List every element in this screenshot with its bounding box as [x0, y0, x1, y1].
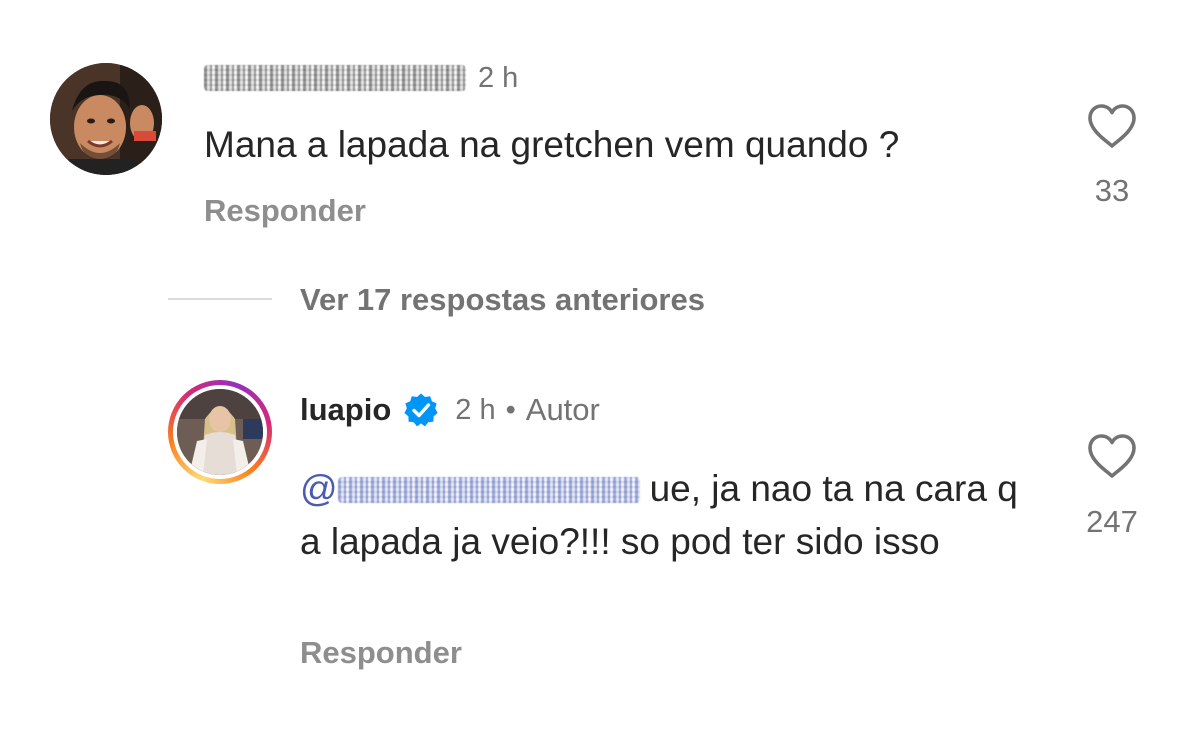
- profile-photo-icon: [177, 389, 263, 475]
- comments-thread: 2 h Mana a lapada na gretchen vem quando…: [0, 0, 1200, 746]
- like-count: 33: [1094, 173, 1130, 208]
- comment-text: Mana a lapada na gretchen vem quando ?: [204, 124, 900, 165]
- like-count: 247: [1086, 504, 1138, 539]
- avatar: [177, 389, 263, 475]
- timestamp: 2 h: [455, 393, 496, 426]
- timestamp: 2 h: [478, 61, 519, 94]
- avatar-story-ring[interactable]: [168, 380, 272, 484]
- avatar[interactable]: [50, 63, 162, 175]
- comment-header: luapio 2 h • Autor: [300, 388, 600, 432]
- comment-header: 2 h: [204, 58, 518, 98]
- mention-username-blurred: [337, 477, 640, 503]
- mention-link[interactable]: @: [300, 468, 650, 509]
- reply-button[interactable]: Responder: [300, 635, 462, 671]
- username-blurred[interactable]: [204, 65, 466, 91]
- comment-text: @ ue, ja nao ta na cara q a lapada ja vei…: [300, 462, 1040, 568]
- divider: [168, 298, 272, 300]
- reply-button[interactable]: Responder: [204, 193, 366, 229]
- heart-icon[interactable]: [1086, 103, 1138, 149]
- profile-photo-icon: [50, 63, 162, 175]
- view-previous-replies-button[interactable]: Ver 17 respostas anteriores: [300, 282, 705, 318]
- verified-badge-icon: [404, 393, 438, 427]
- heart-icon[interactable]: [1086, 433, 1138, 479]
- separator-dot: •: [505, 393, 516, 426]
- username[interactable]: luapio: [300, 392, 391, 428]
- author-tag: Autor: [525, 392, 600, 427]
